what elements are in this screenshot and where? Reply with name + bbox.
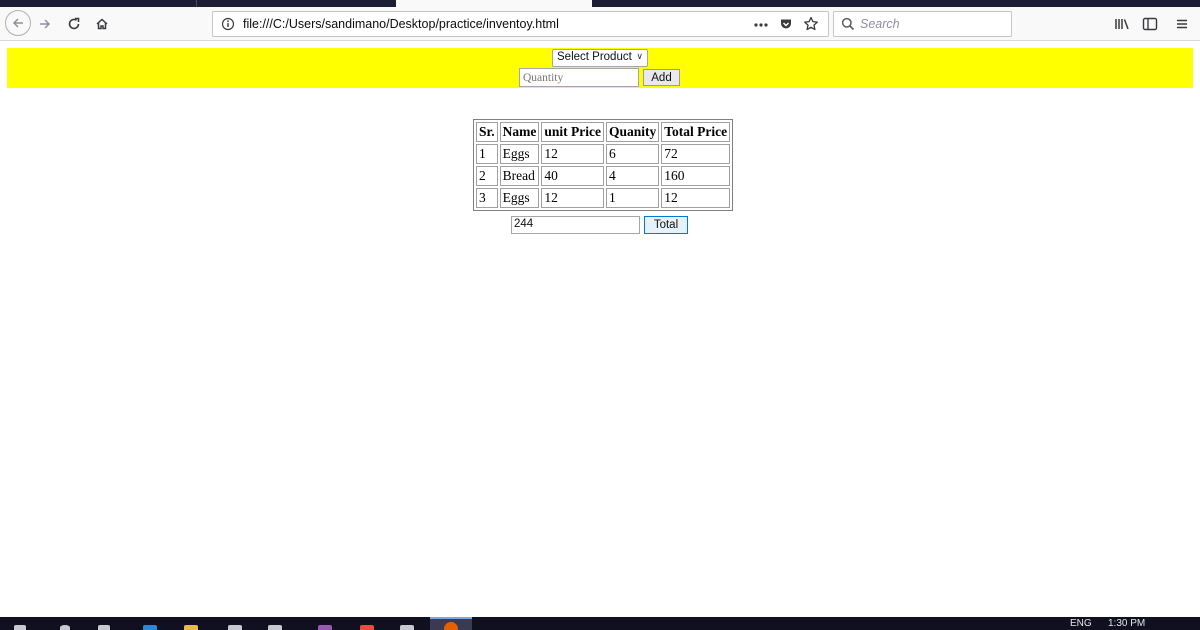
cell-name: Bread	[499, 166, 540, 186]
forward-icon	[40, 19, 51, 29]
tab-separator	[196, 0, 197, 7]
total-field[interactable]: 244	[511, 216, 640, 234]
cell-name: Eggs	[499, 144, 540, 164]
firefox-taskbar-button[interactable]	[430, 617, 472, 630]
more-icon[interactable]	[753, 18, 769, 32]
edge-icon[interactable]	[143, 625, 157, 630]
file-explorer-icon[interactable]	[184, 625, 198, 630]
total-button[interactable]: Total	[644, 216, 688, 234]
sidebar-icon	[1142, 17, 1158, 31]
table-row: 2 Bread 40 4 160	[476, 166, 731, 186]
inventory-table: Sr. Name unit Price Quanity Total Price …	[473, 119, 734, 211]
store-icon[interactable]	[228, 625, 242, 630]
url-bar[interactable]: file:///C:/Users/sandimano/Desktop/pract…	[212, 11, 829, 37]
cell-total-price: 72	[661, 144, 731, 164]
search-bar[interactable]: Search	[833, 11, 1012, 37]
app-icon[interactable]	[268, 625, 282, 630]
library-icon	[1115, 19, 1129, 30]
cell-unit-price: 12	[541, 144, 605, 164]
column-header-name: Name	[499, 122, 540, 142]
app-icon[interactable]	[400, 625, 414, 630]
clock[interactable]: 1:30 PM	[1108, 617, 1145, 630]
home-button[interactable]	[90, 12, 114, 36]
table-row: 1 Eggs 12 6 72	[476, 144, 731, 164]
cell-sr: 3	[476, 188, 498, 208]
search-placeholder: Search	[860, 17, 900, 31]
active-tab[interactable]	[396, 0, 592, 7]
firefox-icon	[444, 622, 458, 630]
column-header-total-price: Total Price	[661, 122, 731, 142]
forward-button[interactable]	[33, 12, 57, 36]
back-icon	[12, 18, 23, 28]
app-icon[interactable]	[360, 625, 374, 630]
cell-sr: 2	[476, 166, 498, 186]
column-header-unit-price: unit Price	[541, 122, 605, 142]
app-icon[interactable]	[318, 625, 332, 630]
cell-quantity: 4	[606, 166, 660, 186]
sidebar-button[interactable]	[1138, 12, 1162, 36]
taskbar: ENG 1:30 PM	[0, 617, 1200, 630]
pocket-icon[interactable]	[779, 17, 793, 31]
search-icon	[841, 17, 855, 31]
language-indicator[interactable]: ENG	[1070, 617, 1092, 630]
cell-unit-price: 40	[541, 166, 605, 186]
product-select-value: Select Product	[557, 51, 632, 63]
home-icon	[96, 18, 108, 30]
url-text: file:///C:/Users/sandimano/Desktop/pract…	[243, 17, 559, 31]
add-button[interactable]: Add	[643, 69, 680, 86]
navigation-toolbar: file:///C:/Users/sandimano/Desktop/pract…	[0, 7, 1200, 41]
tab-strip	[0, 0, 1200, 7]
reload-icon	[68, 17, 80, 30]
cell-unit-price: 12	[541, 188, 605, 208]
table-header-row: Sr. Name unit Price Quanity Total Price	[476, 122, 731, 142]
task-view-icon[interactable]	[98, 625, 110, 630]
column-header-sr: Sr.	[476, 122, 498, 142]
cell-name: Eggs	[499, 188, 540, 208]
column-header-quantity: Quanity	[606, 122, 660, 142]
library-button[interactable]	[1110, 12, 1134, 36]
back-button[interactable]	[5, 10, 31, 36]
cell-total-price: 12	[661, 188, 731, 208]
cell-quantity: 6	[606, 144, 660, 164]
product-select[interactable]: Select Product ∨	[552, 49, 648, 67]
search-icon[interactable]	[60, 625, 70, 630]
start-icon[interactable]	[14, 625, 26, 630]
table-row: 3 Eggs 12 1 12	[476, 188, 731, 208]
cell-sr: 1	[476, 144, 498, 164]
bookmark-star-icon[interactable]	[803, 16, 819, 32]
menu-button[interactable]	[1170, 12, 1194, 36]
quantity-input[interactable]	[519, 68, 639, 87]
cell-quantity: 1	[606, 188, 660, 208]
reload-button[interactable]	[62, 12, 86, 36]
info-icon	[221, 17, 235, 31]
chevron-down-icon: ∨	[636, 51, 643, 61]
cell-total-price: 160	[661, 166, 731, 186]
menu-icon	[1177, 19, 1187, 29]
